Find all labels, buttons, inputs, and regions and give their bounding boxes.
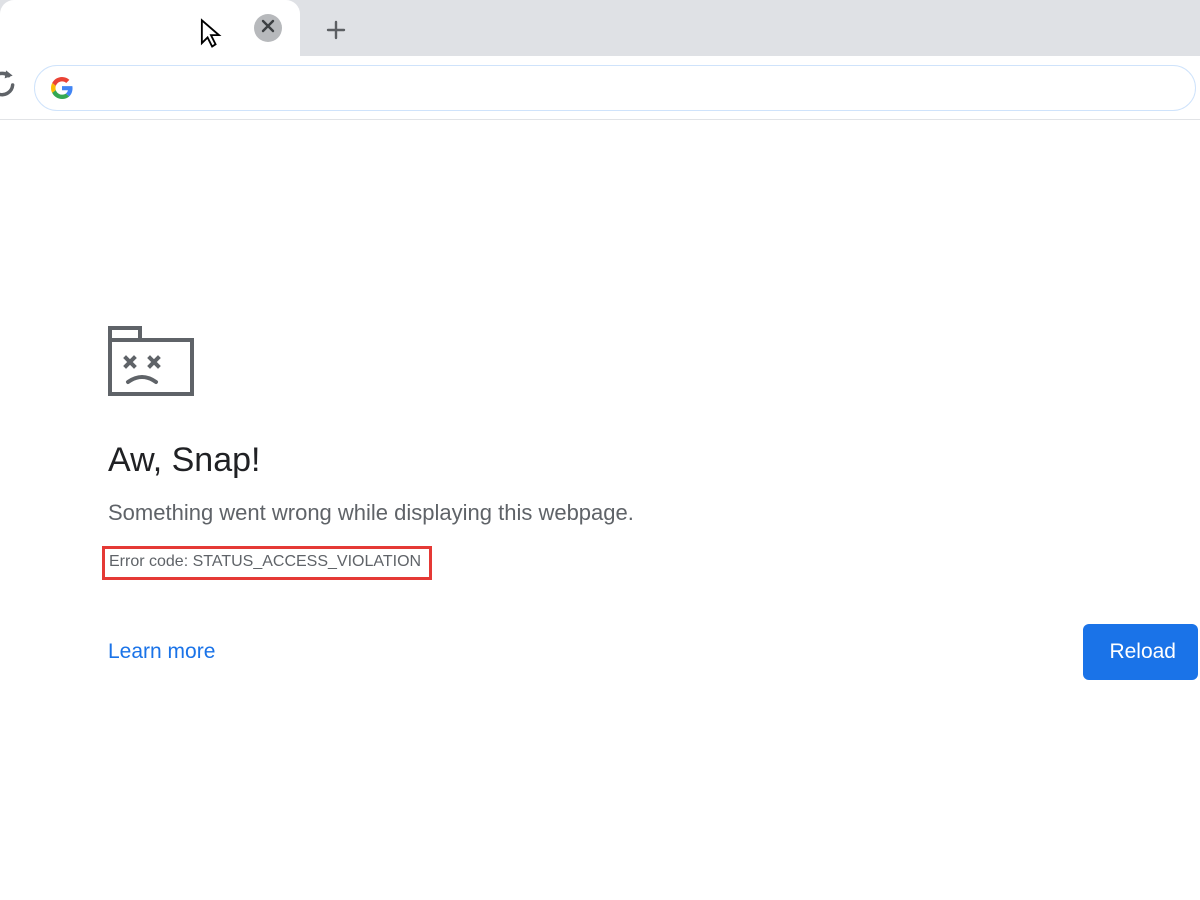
active-tab[interactable] [0, 0, 300, 56]
reload-toolbar-button[interactable] [0, 69, 26, 106]
close-icon [261, 19, 275, 38]
learn-more-link[interactable]: Learn more [108, 640, 215, 664]
error-page-content: Aw, Snap! Something went wrong while dis… [108, 322, 1168, 680]
error-subtext: Something went wrong while displaying th… [108, 500, 1168, 526]
reload-button[interactable]: Reload [1083, 624, 1198, 680]
toolbar [0, 56, 1200, 120]
reload-icon [0, 69, 18, 106]
tab-strip [0, 0, 1200, 56]
google-icon [51, 77, 73, 99]
url-input[interactable] [83, 78, 1179, 98]
error-code: Error code: STATUS_ACCESS_VIOLATION [109, 553, 421, 571]
error-heading: Aw, Snap! [108, 441, 1168, 480]
new-tab-button[interactable] [312, 8, 360, 56]
plus-icon [325, 19, 347, 46]
dead-folder-icon [106, 322, 1168, 407]
address-bar[interactable] [34, 65, 1196, 111]
close-tab-button[interactable] [254, 14, 282, 42]
error-code-highlight: Error code: STATUS_ACCESS_VIOLATION [102, 546, 432, 580]
error-actions: Learn more Reload [108, 624, 1170, 680]
